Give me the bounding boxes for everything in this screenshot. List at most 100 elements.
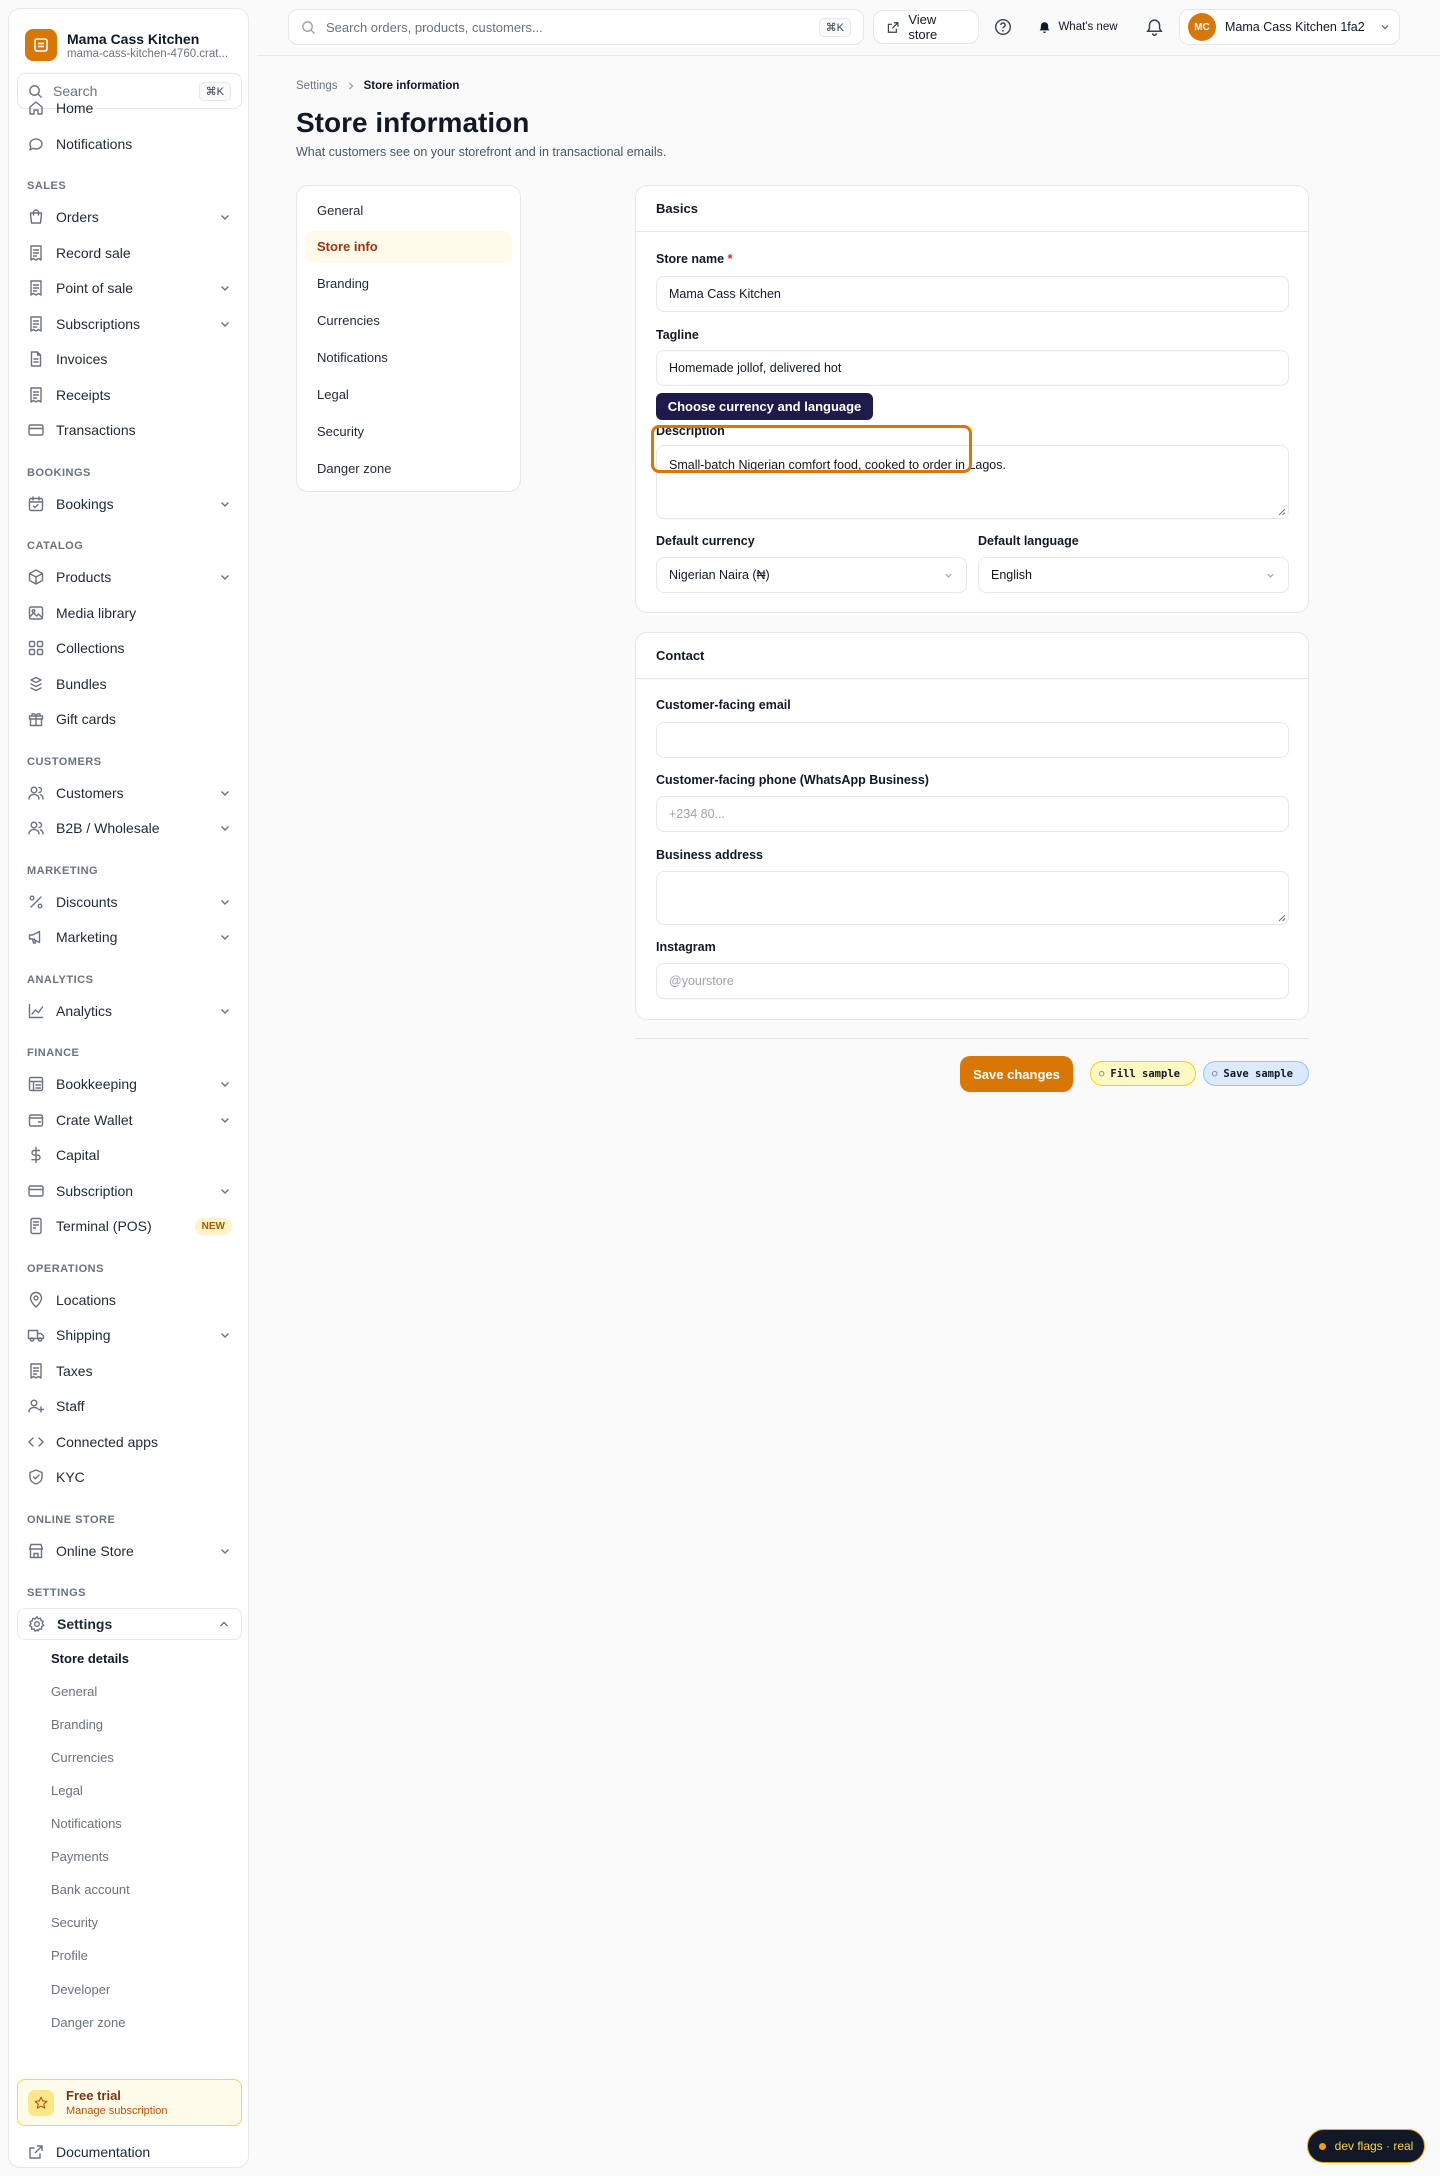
sidebar-item-receipts[interactable]: Receipts [17, 379, 242, 411]
phone-input[interactable]: +234 80... [656, 796, 1289, 832]
sidebar-item-analytics[interactable]: Analytics [17, 995, 242, 1027]
notifications-button[interactable] [1139, 12, 1169, 42]
sidebar-item-connected-apps[interactable]: Connected apps [17, 1426, 242, 1458]
manage-subscription-link[interactable]: Manage subscription [66, 2105, 168, 2117]
receipt-icon [30, 280, 42, 296]
sidebar-item-staff[interactable]: Staff [17, 1390, 242, 1422]
sidebar-item-label: Crate Wallet [56, 1111, 133, 1128]
whats-new-button[interactable]: What's new [1032, 12, 1124, 42]
settings-sub-branding[interactable]: Branding [51, 1717, 103, 1732]
dollar-icon [31, 1146, 41, 1164]
sidebar-item-crate-wallet[interactable]: Crate Wallet [17, 1104, 242, 1136]
settings-sub-developer[interactable]: Developer [51, 1982, 110, 1997]
sidebar-item-point-of-sale[interactable]: Point of sale [17, 272, 242, 304]
settings-sub-legal[interactable]: Legal [51, 1783, 83, 1798]
sidebar-item-notifications[interactable]: Notifications [17, 128, 242, 160]
resize-grip-icon[interactable] [1277, 507, 1286, 516]
sidebar-item-label: Connected apps [56, 1433, 158, 1450]
store-name-input[interactable]: Mama Cass Kitchen [656, 276, 1289, 312]
default-currency-select[interactable]: Nigerian Naira (₦) [656, 557, 967, 593]
settings-sub-bank-account[interactable]: Bank account [51, 1882, 130, 1897]
dev-flags-button[interactable]: dev flags · real [1307, 2129, 1425, 2163]
subnav-store-info[interactable]: Store info [305, 230, 512, 263]
sidebar-item-kyc[interactable]: KYC [17, 1461, 242, 1493]
receipt-icon [30, 315, 42, 332]
fill-sample-button[interactable]: ○ Fill sample [1090, 1061, 1196, 1086]
sidebar-item-b2b-wholesale[interactable]: B2B / Wholesale [17, 812, 242, 844]
sidebar-item-orders[interactable]: Orders [17, 201, 242, 233]
sidebar-item-bundles[interactable]: Bundles [17, 668, 242, 700]
sidebar-item-gift-cards[interactable]: Gift cards [17, 703, 242, 735]
global-search-input[interactable]: Search orders, products, customers... ⌘K [288, 9, 864, 45]
sidebar-item-transactions[interactable]: Transactions [17, 414, 242, 446]
free-trial-card[interactable]: Free trial Manage subscription [17, 2079, 242, 2126]
subnav-security[interactable]: Security [305, 415, 512, 447]
sidebar-item-capital[interactable]: Capital [17, 1139, 242, 1171]
store-icon [28, 1543, 44, 1558]
default-language-select[interactable]: English [978, 557, 1289, 593]
form-footer-divider [635, 1038, 1309, 1039]
store-logo-icon [25, 29, 57, 61]
breadcrumb-settings[interactable]: Settings [296, 80, 338, 92]
sidebar-item-subscription[interactable]: Subscription [17, 1175, 242, 1207]
subnav-legal[interactable]: Legal [305, 379, 512, 411]
store-name: Mama Cass Kitchen [67, 30, 200, 47]
page-subtitle: What customers see on your storefront an… [296, 145, 667, 159]
fill-sample-label: Fill sample [1110, 1067, 1180, 1080]
sidebar-item-online-store[interactable]: Online Store [17, 1535, 242, 1567]
resize-grip-icon[interactable] [1277, 913, 1286, 922]
documentation-link[interactable]: Documentation [17, 2136, 242, 2168]
breadcrumb: Settings Store information [296, 80, 459, 92]
contact-card-title: Contact [636, 633, 1308, 679]
subnav-currencies[interactable]: Currencies [305, 305, 512, 337]
users-icon [28, 821, 44, 835]
subnav-notifications[interactable]: Notifications [305, 342, 512, 374]
subnav-general[interactable]: General [305, 194, 512, 226]
sidebar-item-bookkeeping[interactable]: Bookkeeping [17, 1068, 242, 1100]
sidebar-item-marketing[interactable]: Marketing [17, 921, 242, 953]
sidebar-item-record-sale[interactable]: Record sale [17, 237, 242, 269]
help-button[interactable] [988, 12, 1018, 42]
instagram-input[interactable]: @yourstore [656, 963, 1289, 999]
account-menu-button[interactable]: MC Mama Cass Kitchen 1fa2 [1179, 9, 1400, 45]
sidebar-item-discounts[interactable]: Discounts [17, 886, 242, 918]
settings-sub-payments[interactable]: Payments [51, 1849, 109, 1864]
sidebar-item-taxes[interactable]: Taxes [17, 1355, 242, 1387]
sidebar-item-label: Invoices [56, 351, 108, 367]
settings-sub-general[interactable]: General [51, 1684, 97, 1699]
settings-sub-profile[interactable]: Profile [51, 1948, 88, 1963]
settings-sub-store-details[interactable]: Store details [51, 1651, 129, 1666]
sidebar-item-settings[interactable]: Settings [17, 1608, 242, 1640]
settings-sub-currencies[interactable]: Currencies [51, 1750, 114, 1765]
address-textarea[interactable] [656, 871, 1289, 925]
sidebar-item-home[interactable]: Home [17, 92, 242, 124]
settings-sub-notifications[interactable]: Notifications [51, 1816, 122, 1831]
brand-switcher[interactable]: Mama Cass Kitchen mama-cass-kitchen-4760… [25, 25, 240, 65]
sidebar-item-terminal-pos[interactable]: Terminal (POS) NEW [17, 1210, 242, 1242]
sidebar-item-locations[interactable]: Locations [17, 1284, 242, 1316]
sidebar-item-label: Media library [56, 604, 137, 621]
pin-icon [29, 1291, 43, 1308]
sidebar-item-bookings[interactable]: Bookings [17, 488, 242, 520]
settings-sub-danger-zone[interactable]: Danger zone [51, 2015, 125, 2030]
sidebar-item-invoices[interactable]: Invoices [17, 343, 242, 375]
subnav-danger-zone[interactable]: Danger zone [305, 452, 512, 484]
sidebar-item-subscriptions[interactable]: Subscriptions [17, 308, 242, 340]
nav-section-finance: FINANCE [27, 1047, 80, 1059]
view-store-button[interactable]: View store [873, 10, 979, 44]
sidebar-item-collections[interactable]: Collections [17, 632, 242, 664]
subnav-branding[interactable]: Branding [305, 268, 512, 300]
save-changes-button[interactable]: Save changes [960, 1056, 1073, 1092]
sidebar-item-customers[interactable]: Customers [17, 777, 242, 809]
save-sample-button[interactable]: ○ Save sample [1203, 1061, 1309, 1086]
address-label: Business address [656, 848, 763, 862]
settings-sub-security[interactable]: Security [51, 1915, 98, 1930]
sidebar-item-products[interactable]: Products [17, 561, 242, 593]
sidebar-item-shipping[interactable]: Shipping [17, 1319, 242, 1351]
email-input[interactable] [656, 722, 1289, 758]
tagline-input[interactable]: Homemade jollof, delivered hot [656, 350, 1289, 386]
sidebar-item-label: KYC [56, 1469, 85, 1485]
sidebar-item-media-library[interactable]: Media library [17, 597, 242, 629]
chevron-down-icon [221, 826, 229, 831]
required-marker: * [727, 252, 733, 266]
